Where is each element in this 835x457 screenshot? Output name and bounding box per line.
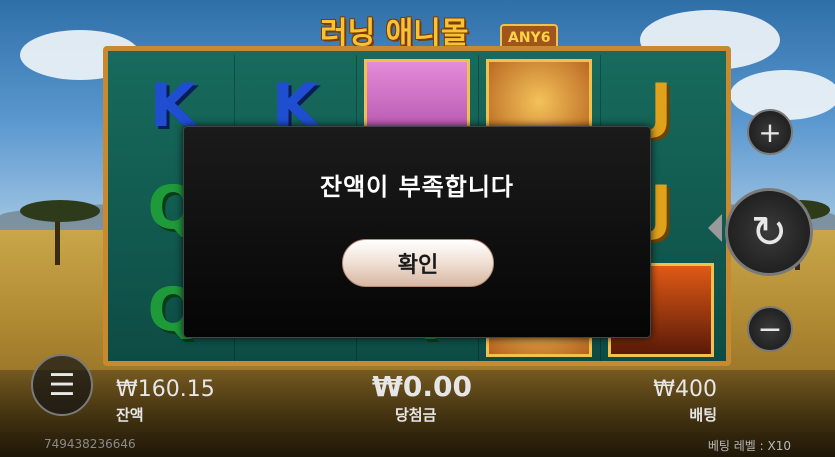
insufficient-balance-dialog: 잔액이 부족합니다 확인 — [183, 126, 651, 338]
plus-icon: + — [758, 115, 782, 149]
acacia-tree — [55, 215, 60, 265]
balance-value: ₩160.15 — [116, 377, 215, 402]
bet-level: 베팅 레벨 : X10 — [707, 439, 791, 453]
hamburger-icon: ☰ — [48, 367, 76, 403]
confirm-button[interactable]: 확인 — [342, 239, 494, 287]
bet-label: 배팅 — [689, 406, 717, 424]
acacia-tree-top — [20, 200, 100, 222]
minus-icon: − — [757, 311, 783, 347]
game-logo: 러닝 애니몰 ANY6 — [290, 4, 570, 52]
dialog-message: 잔액이 부족합니다 — [320, 173, 514, 201]
session-id: 749438236646 — [44, 437, 136, 451]
decrease-bet-button[interactable]: − — [747, 306, 793, 352]
increase-bet-button[interactable]: + — [747, 109, 793, 155]
balance-label: 잔액 — [116, 406, 144, 424]
bet-value: ₩400 — [653, 377, 717, 402]
refresh-icon: ↻ — [750, 206, 788, 258]
win-value: ₩0.00 — [372, 370, 472, 403]
spin-button[interactable]: ↻ — [725, 188, 813, 276]
spin-arrow-icon — [708, 214, 722, 242]
win-label: 당첨금 — [395, 406, 437, 424]
menu-button[interactable]: ☰ — [31, 354, 93, 416]
